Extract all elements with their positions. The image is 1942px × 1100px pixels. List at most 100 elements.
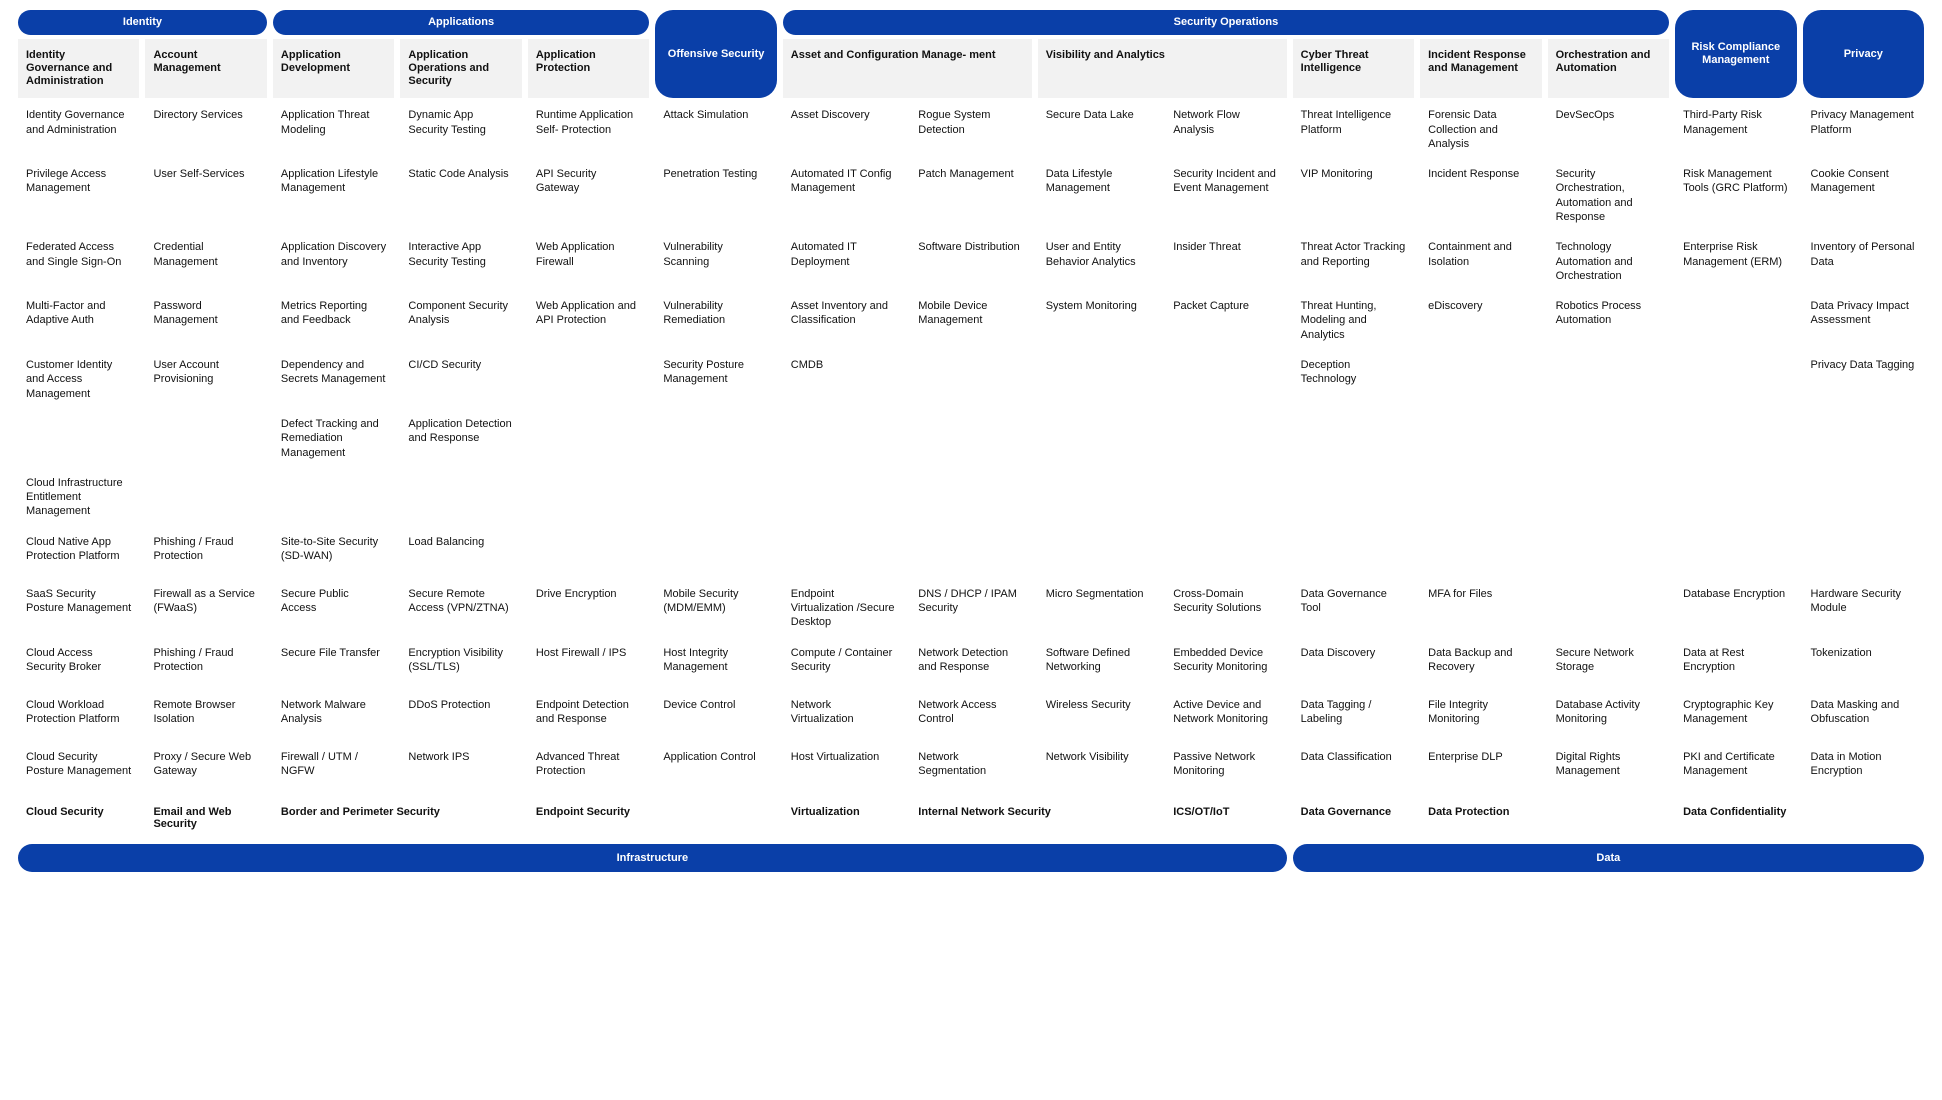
item: VIP Monitoring — [1293, 161, 1414, 230]
pill-security-operations: Security Operations — [783, 10, 1669, 35]
sub-email-web: Email and Web Security — [145, 796, 266, 840]
item: File Integrity Monitoring — [1420, 692, 1541, 740]
item: Endpoint Virtualization /Secure Desktop — [783, 581, 904, 636]
item: User Self-Services — [145, 161, 266, 230]
item: Patch Management — [910, 161, 1031, 230]
item: Network Visibility — [1038, 744, 1159, 792]
item: Micro Segmentation — [1038, 581, 1159, 636]
pill-risk-compliance: Risk Compliance Management — [1675, 10, 1796, 98]
item: Forensic Data Collection and Analysis — [1420, 102, 1541, 157]
item: Data Backup and Recovery — [1420, 640, 1541, 688]
item: Advanced Threat Protection — [528, 744, 649, 792]
item: Interactive App Security Testing — [400, 234, 521, 289]
item: Cloud Security Posture Management — [18, 744, 139, 792]
item: Application Lifestyle Management — [273, 161, 394, 230]
item: Automated IT Config Management — [783, 161, 904, 230]
item: CI/CD Security — [400, 352, 521, 407]
item: Enterprise Risk Management (ERM) — [1675, 234, 1796, 289]
item: Password Management — [145, 293, 266, 348]
item: Vulnerability Remediation — [655, 293, 776, 348]
item: Vulnerability Scanning — [655, 234, 776, 289]
item: Data in Motion Encryption — [1803, 744, 1924, 792]
item: Threat Hunting, Modeling and Analytics — [1293, 293, 1414, 348]
item: Directory Services — [145, 102, 266, 157]
item: Endpoint Detection and Response — [528, 692, 649, 740]
item: Containment and Isolation — [1420, 234, 1541, 289]
item: Incident Response — [1420, 161, 1541, 230]
item: Network Virtualization — [783, 692, 904, 740]
item: Multi-Factor and Adaptive Auth — [18, 293, 139, 348]
item: Digital Rights Management — [1548, 744, 1669, 792]
item: Cross-Domain Security Solutions — [1165, 581, 1286, 636]
item: Threat Actor Tracking and Reporting — [1293, 234, 1414, 289]
item: Phishing / Fraud Protection — [145, 640, 266, 688]
item: Identity Governance and Administration — [18, 102, 139, 157]
sub-appprot: Application Protection — [528, 39, 649, 99]
sub-account-mgmt: Account Management — [145, 39, 266, 99]
sub-appops: Application Operations and Security — [400, 39, 521, 99]
item: Customer Identity and Access Management — [18, 352, 139, 407]
item: SaaS Security Posture Management — [18, 581, 139, 636]
item: Penetration Testing — [655, 161, 776, 230]
item: Technology Automation and Orchestration — [1548, 234, 1669, 289]
item: Encryption Visibility (SSL/TLS) — [400, 640, 521, 688]
item: Web Application and API Protection — [528, 293, 649, 348]
item: Wireless Security — [1038, 692, 1159, 740]
item: Application Detection and Response — [400, 411, 521, 466]
pill-applications: Applications — [273, 10, 649, 35]
item: Metrics Reporting and Feedback — [273, 293, 394, 348]
item: CMDB — [783, 352, 904, 407]
item: Packet Capture — [1165, 293, 1286, 348]
item: Runtime Application Self- Protection — [528, 102, 649, 157]
item: Risk Management Tools (GRC Platform) — [1675, 161, 1796, 230]
item: Cloud Infrastructure Entitlement Managem… — [18, 470, 139, 525]
item: Data at Rest Encryption — [1675, 640, 1796, 688]
sub-data-confidentiality: Data Confidentiality — [1675, 796, 1924, 840]
item: Security Posture Management — [655, 352, 776, 407]
item: Rogue System Detection — [910, 102, 1031, 157]
item: Privacy Data Tagging — [1803, 352, 1924, 407]
item: Database Activity Monitoring — [1548, 692, 1669, 740]
item: User Account Provisioning — [145, 352, 266, 407]
item: API Security Gateway — [528, 161, 649, 230]
item: Secure Data Lake — [1038, 102, 1159, 157]
item: Data Lifestyle Management — [1038, 161, 1159, 230]
item: Network Detection and Response — [910, 640, 1031, 688]
item: Drive Encryption — [528, 581, 649, 636]
item: Firewall as a Service (FWaaS) — [145, 581, 266, 636]
item: Security Incident and Event Management — [1165, 161, 1286, 230]
item: eDiscovery — [1420, 293, 1541, 348]
security-taxonomy-diagram: Identity Applications Offensive Security… — [0, 0, 1942, 890]
pill-offensive-security: Offensive Security — [655, 10, 776, 98]
item: Compute / Container Security — [783, 640, 904, 688]
item: Software Defined Networking — [1038, 640, 1159, 688]
item: Dynamic App Security Testing — [400, 102, 521, 157]
item: Mobile Device Management — [910, 293, 1031, 348]
item: Data Privacy Impact Assessment — [1803, 293, 1924, 348]
item: Enterprise DLP — [1420, 744, 1541, 792]
item: System Monitoring — [1038, 293, 1159, 348]
item: Network Segmentation — [910, 744, 1031, 792]
item: Cloud Native App Protection Platform — [18, 529, 139, 577]
sub-va: Visibility and Analytics — [1038, 39, 1287, 99]
sub-oa: Orchestration and Automation — [1548, 39, 1669, 99]
sub-appdev: Application Development — [273, 39, 394, 99]
sub-internal-network: Internal Network Security — [910, 796, 1159, 840]
pill-privacy: Privacy — [1803, 10, 1924, 98]
item: Robotics Process Automation — [1548, 293, 1669, 348]
sub-irm: Incident Response and Management — [1420, 39, 1541, 99]
item: MFA for Files — [1420, 581, 1541, 636]
item: Attack Simulation — [655, 102, 776, 157]
sub-cti: Cyber Threat Intelligence — [1293, 39, 1414, 99]
item: Embedded Device Security Monitoring — [1165, 640, 1286, 688]
item: Inventory of Personal Data — [1803, 234, 1924, 289]
item: DNS / DHCP / IPAM Security — [910, 581, 1031, 636]
item: Secure File Transfer — [273, 640, 394, 688]
item: Passive Network Monitoring — [1165, 744, 1286, 792]
item: Mobile Security (MDM/EMM) — [655, 581, 776, 636]
item: Data Governance Tool — [1293, 581, 1414, 636]
item: Security Orchestration, Automation and R… — [1548, 161, 1669, 230]
item: Secure Public Access — [273, 581, 394, 636]
item: Privilege Access Management — [18, 161, 139, 230]
sub-data-governance: Data Governance — [1293, 796, 1414, 840]
